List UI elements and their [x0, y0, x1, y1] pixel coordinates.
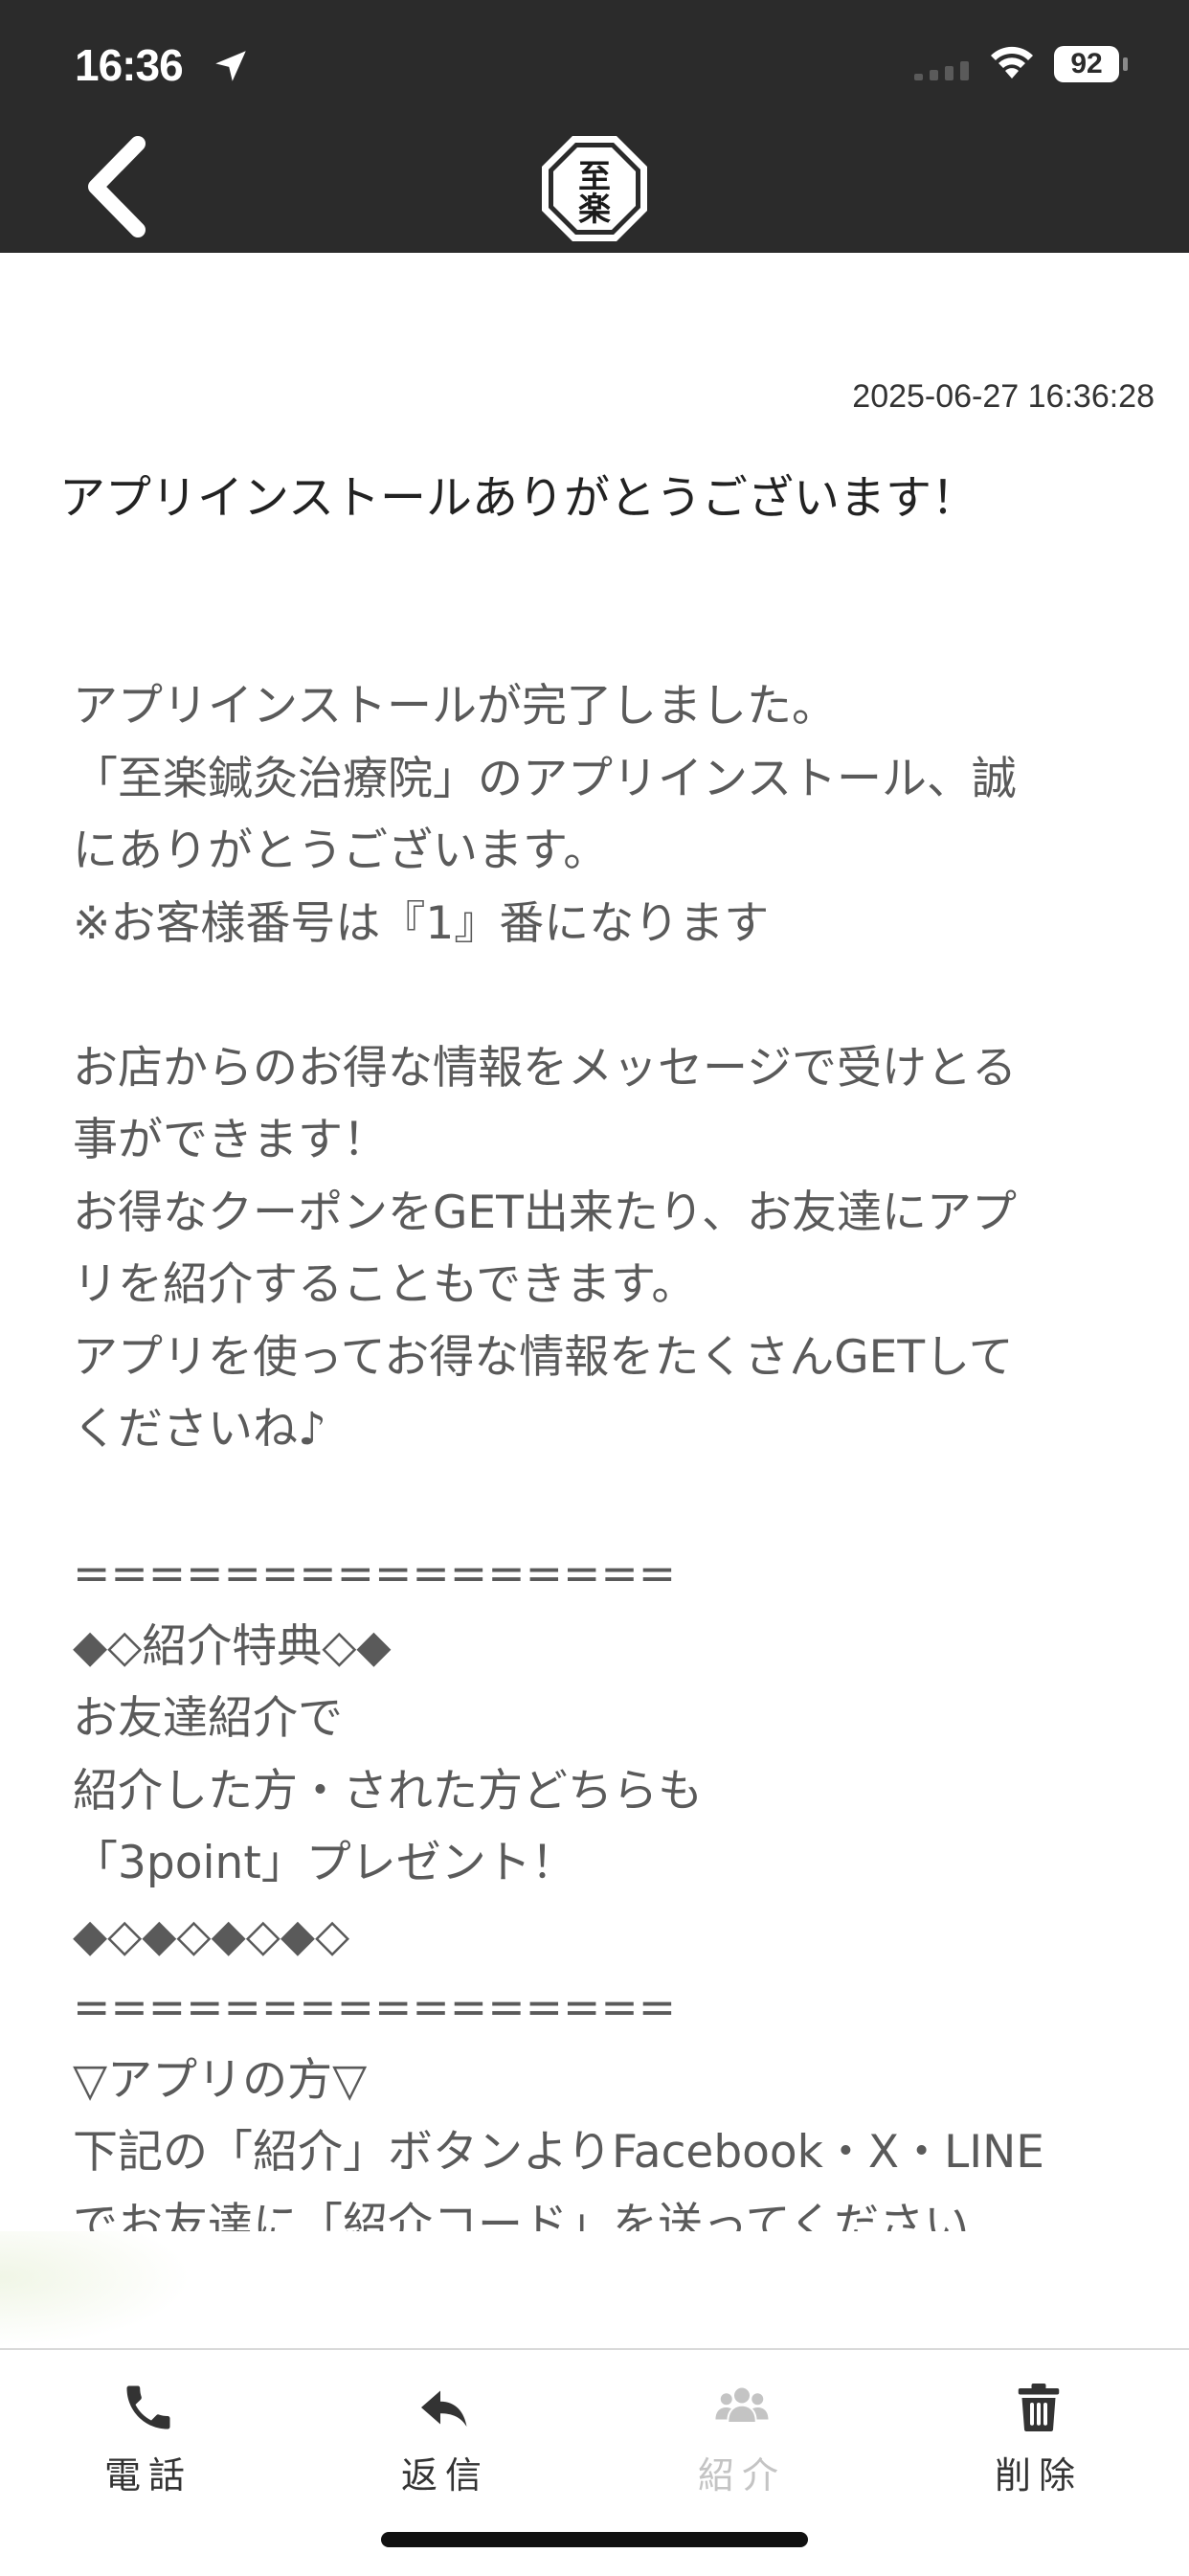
message-line: くださいね♪ — [73, 1403, 326, 1456]
home-indicator[interactable] — [381, 2532, 808, 2547]
message-line — [73, 960, 1135, 1032]
message-line: アプリを使ってお得な情報をたくさんGETして — [73, 1330, 1014, 1384]
message-line: お得なクーポンをGET出来たり、お友達にアプ — [73, 1186, 1017, 1239]
message-line: ▽アプリの方▽ — [73, 2053, 368, 2107]
message-line: にありがとうございます。 — [73, 825, 609, 877]
message-line — [73, 1466, 1135, 1539]
phone-icon — [126, 2385, 170, 2429]
tab-refer[interactable]: 紹介 — [594, 2350, 890, 2513]
group-icon — [715, 2387, 769, 2422]
message-line: ※お客様番号は『1』番になります — [73, 896, 770, 950]
message-body: アプリインストールが完了しました。 「至楽鍼灸治療院」のアプリインストール、誠 … — [73, 670, 1135, 2231]
message-line: ◆◇紹介特典◇◆ — [73, 1619, 392, 1673]
tab-label: 紹介 — [697, 2454, 786, 2497]
message-line: でお友達に「紹介コード」を送ってください — [73, 2198, 970, 2232]
trash-icon — [1018, 2384, 1060, 2431]
message-line: 紹介した方・された方どちらも — [73, 1764, 703, 1818]
message-line: リを紹介することもできます。 — [73, 1258, 697, 1311]
status-time: 16:36 — [75, 40, 184, 90]
message-line: 下記の「紹介」ボタンよりFacebook・X・LINE — [73, 2126, 1044, 2179]
battery-level: 92 — [1070, 48, 1103, 79]
message-line: 「3point」プレゼント！ — [73, 1837, 576, 1889]
cellular-signal-icon — [914, 61, 969, 80]
tab-reply[interactable]: 返信 — [297, 2350, 594, 2513]
tab-label: 削除 — [994, 2454, 1083, 2497]
message-line: アプリインストールが完了しました。 — [73, 680, 838, 733]
message-line: お店からのお得な情報をメッセージで受けとる — [73, 1041, 1018, 1095]
reply-icon — [421, 2390, 467, 2427]
logo-icon: 至 楽 — [542, 136, 647, 241]
svg-text:楽: 楽 — [578, 191, 611, 229]
tab-phone[interactable]: 電話 — [0, 2350, 297, 2513]
message-line: お友達紹介で — [73, 1692, 343, 1745]
tab-delete[interactable]: 削除 — [890, 2350, 1187, 2513]
message-line: ================ — [73, 1981, 677, 2034]
scroll-fade — [0, 2231, 191, 2346]
tab-label: 返信 — [400, 2454, 489, 2497]
back-button[interactable] — [77, 134, 163, 239]
message-line: 事ができます！ — [73, 1114, 388, 1166]
message-title: アプリインストールありがとうございます！ — [59, 471, 978, 525]
wifi-icon — [991, 46, 1033, 79]
message-timestamp: 2025-06-27 16:36:28 — [852, 378, 1155, 415]
message-line: 「至楽鍼灸治療院」のアプリインストール、誠 — [73, 752, 1018, 805]
message-line: ◆◇◆◇◆◇◆◇ — [73, 1909, 350, 1962]
message-line: ================ — [73, 1548, 677, 1600]
location-arrow-icon — [215, 51, 246, 81]
app-header: 16:36 92 至 楽 — [0, 0, 1189, 253]
tab-label: 電話 — [103, 2454, 192, 2497]
